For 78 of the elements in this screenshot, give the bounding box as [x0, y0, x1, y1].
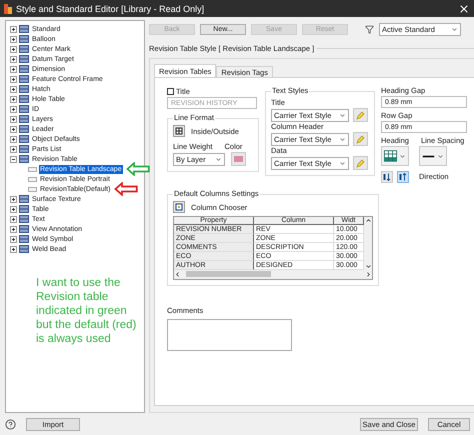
style-icon	[19, 55, 29, 63]
style-icon	[19, 155, 29, 163]
annotation-text: I want to use the Revision table indicated in green but the default (red) is always used	[36, 276, 138, 346]
grid-icon	[173, 125, 185, 137]
style-icon	[19, 115, 29, 123]
checkbox[interactable]	[167, 88, 174, 95]
style-icon	[19, 145, 29, 153]
style-icon	[19, 225, 29, 233]
line-spacing-button[interactable]	[419, 146, 447, 166]
table-icon	[384, 149, 397, 163]
expand-icon[interactable]	[10, 226, 17, 232]
expand-icon[interactable]	[10, 216, 17, 222]
expand-icon[interactable]	[10, 146, 17, 152]
scroll-left-icon[interactable]	[174, 271, 181, 278]
style-icon	[19, 95, 29, 103]
expand-icon[interactable]	[10, 106, 17, 112]
color-button[interactable]	[231, 152, 246, 166]
expand-icon[interactable]	[10, 36, 17, 42]
style-icon	[19, 75, 29, 83]
expand-icon[interactable]	[10, 126, 17, 132]
expand-icon[interactable]	[10, 96, 17, 102]
caret-icon	[339, 136, 346, 142]
swatch-icon	[234, 156, 243, 162]
caret-icon	[399, 152, 406, 160]
sort-down-icon	[383, 173, 391, 181]
expand-icon[interactable]	[10, 26, 17, 32]
edit-style-button[interactable]	[353, 156, 368, 170]
style-icon	[19, 245, 29, 253]
close-button[interactable]	[458, 2, 470, 14]
sort-up-icon	[399, 173, 407, 181]
caret-icon	[437, 152, 444, 160]
pencil-icon	[356, 110, 365, 120]
expand-icon[interactable]	[10, 236, 17, 242]
scroll-up-icon[interactable]	[364, 217, 372, 224]
style-icon	[19, 215, 29, 223]
expand-icon[interactable]	[10, 76, 17, 82]
line-icon	[422, 154, 435, 158]
direction-button[interactable]	[381, 171, 393, 183]
style-icon	[19, 235, 29, 243]
caret-icon	[339, 160, 346, 166]
expand-icon[interactable]	[10, 246, 17, 252]
expand-icon[interactable]	[10, 196, 17, 202]
collapse-icon[interactable]	[10, 156, 17, 162]
scroll-down-icon[interactable]	[364, 263, 372, 270]
expand-icon[interactable]	[10, 116, 17, 122]
window-title: Style and Standard Editor [Library - Read Only]	[16, 4, 206, 14]
comments-field[interactable]	[167, 319, 292, 351]
style-icon	[19, 85, 29, 93]
expand-icon[interactable]	[10, 66, 17, 72]
filter-icon[interactable]	[365, 24, 374, 34]
style-icon	[19, 125, 29, 133]
style-icon	[19, 105, 29, 113]
style-icon	[19, 25, 29, 33]
pencil-icon	[356, 158, 365, 168]
heading-style-button[interactable]	[381, 146, 409, 166]
caret-icon	[215, 156, 222, 162]
style-icon	[19, 45, 29, 53]
scrollbar-thumb[interactable]	[186, 271, 271, 277]
expand-icon[interactable]	[10, 56, 17, 62]
caret-icon	[451, 26, 458, 32]
help-icon[interactable]	[5, 418, 16, 430]
edit-style-button[interactable]	[353, 132, 368, 146]
app-icon	[4, 4, 12, 14]
style-icon	[19, 35, 29, 43]
column-icon	[173, 201, 185, 213]
pencil-icon	[356, 134, 365, 144]
style-icon	[19, 135, 29, 143]
style-icon	[19, 205, 29, 213]
edit-style-button[interactable]	[353, 108, 368, 122]
style-icon	[19, 65, 29, 73]
style-icon	[19, 195, 29, 203]
expand-icon[interactable]	[10, 46, 17, 52]
direction-button[interactable]	[397, 171, 409, 183]
scroll-right-icon[interactable]	[365, 271, 372, 278]
expand-icon[interactable]	[10, 206, 17, 212]
caret-icon	[339, 112, 346, 118]
expand-icon[interactable]	[10, 136, 17, 142]
expand-icon[interactable]	[10, 86, 17, 92]
